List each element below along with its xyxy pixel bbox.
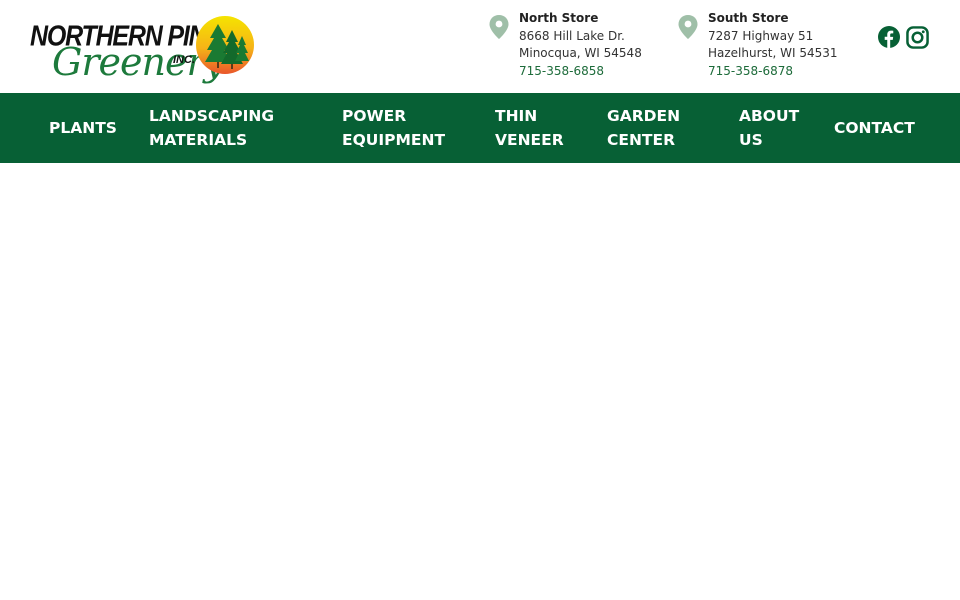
store-address-line2: Hazelhurst, WI 54531 [708,46,838,60]
pine-sun-emblem-icon [196,16,254,74]
instagram-icon[interactable] [906,26,929,49]
nav-item-plants[interactable]: PLANTS [49,93,129,163]
store-name: North Store [519,11,599,25]
location-pin-icon [489,15,509,39]
logo-text-inc: INC. [173,54,195,66]
main-nav: PLANTS LANDSCAPING MATERIALS POWER EQUIP… [0,93,960,163]
store-phone-link[interactable]: 715-358-6878 [708,63,868,81]
store-address-line1: 7287 Highway 51 [708,28,814,43]
store-phone-link[interactable]: 715-358-6858 [519,63,679,81]
store-name: South Store [708,11,789,25]
facebook-icon[interactable] [878,26,900,48]
site-logo[interactable]: NORTHERN PINES Greenery INC. [30,14,256,84]
nav-item-about-us[interactable]: ABOUT US [739,93,809,163]
nav-item-power-equipment[interactable]: POWER EQUIPMENT [342,93,462,163]
nav-item-garden-center[interactable]: GARDEN CENTER [607,93,697,163]
nav-item-thin-veneer[interactable]: THIN VENEER [495,93,575,163]
store-address-line1: 8668 Hill Lake Dr. [519,28,625,43]
site-header: NORTHERN PINES Greenery INC. North Store… [0,0,960,93]
store-address-line2: Minocqua, WI 54548 [519,46,642,60]
location-pin-icon [678,15,698,39]
nav-item-contact[interactable]: CONTACT [834,93,944,163]
nav-item-landscaping-materials[interactable]: LANDSCAPING MATERIALS [149,93,299,163]
page-content-area [0,163,960,600]
